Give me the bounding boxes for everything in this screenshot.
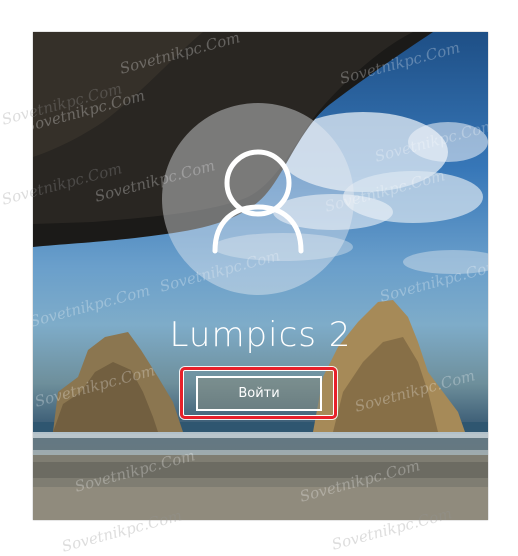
user-silhouette-icon: [212, 149, 304, 254]
user-avatar: [162, 103, 354, 295]
username-label: Lumpics 2: [169, 315, 352, 355]
screenshot-frame: Sovetnikpc.Com Sovetnikpc.Com Sovetnikpc…: [0, 0, 518, 556]
lock-screen: Sovetnikpc.Com Sovetnikpc.Com Sovetnikpc…: [33, 32, 488, 520]
sign-in-button[interactable]: Войти: [196, 376, 322, 411]
